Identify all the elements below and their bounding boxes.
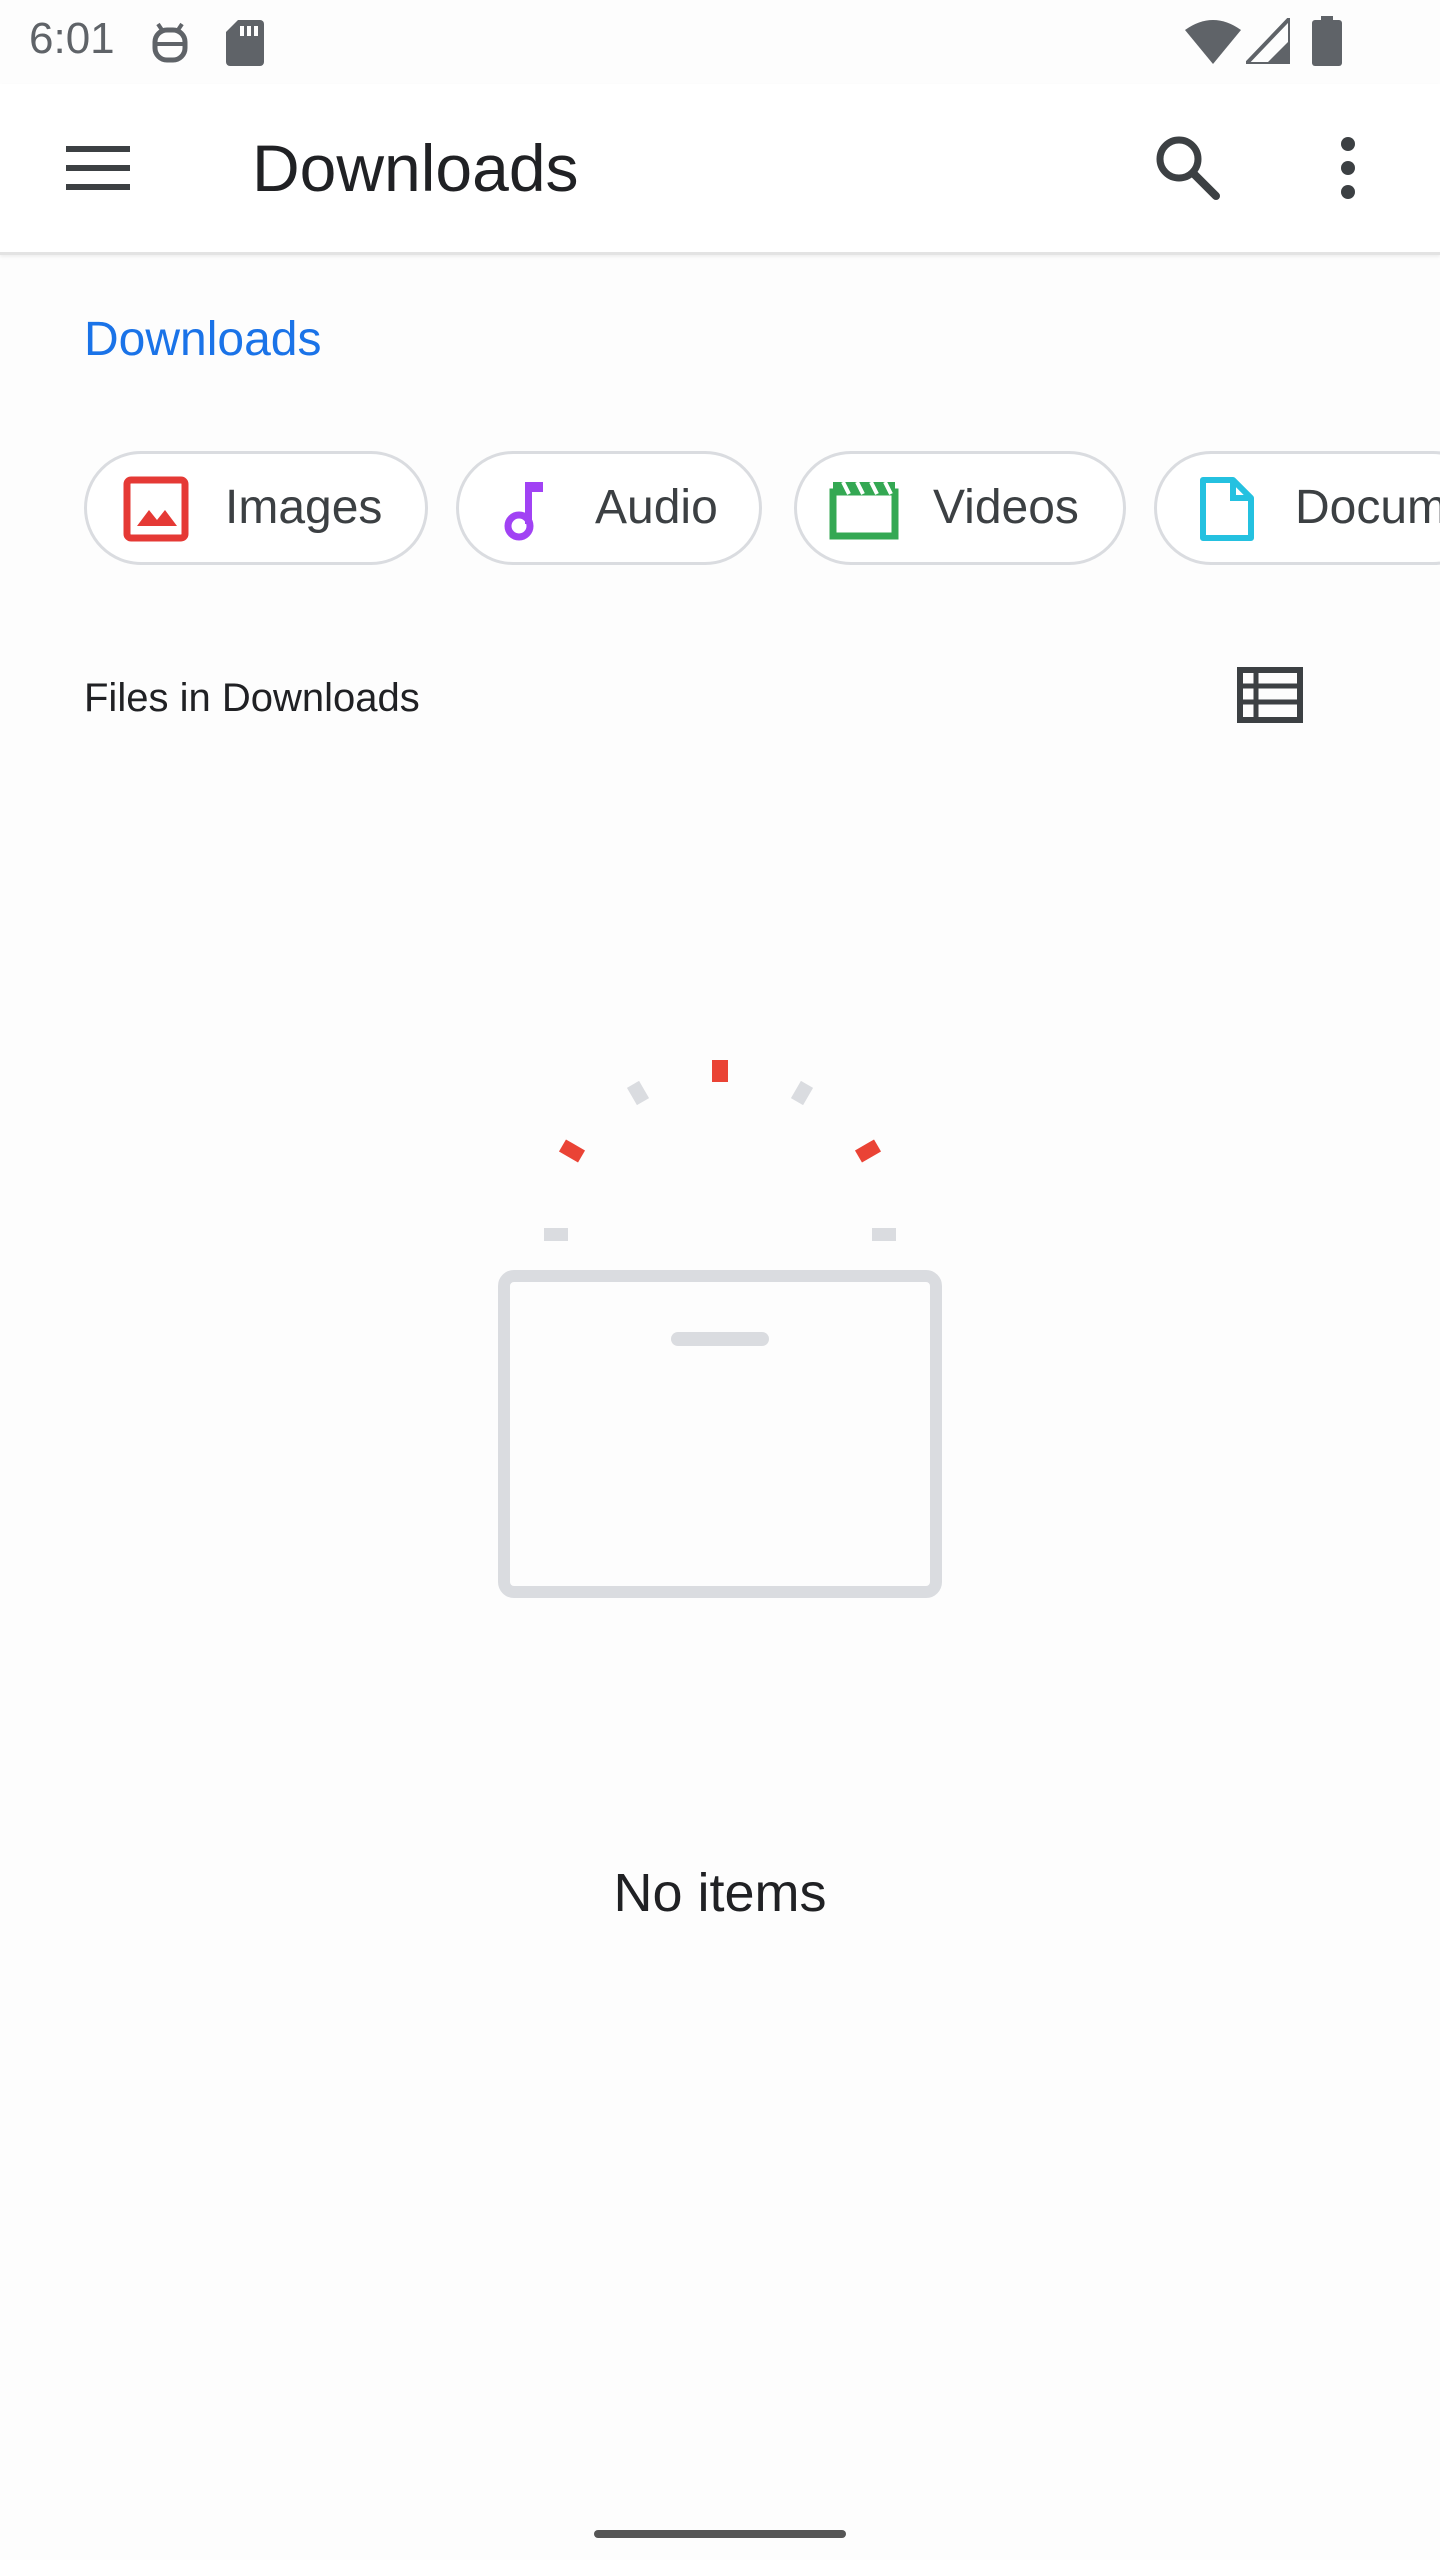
chip-documents[interactable]: Documents [1154, 451, 1440, 565]
document-icon [1193, 476, 1259, 542]
file-type-chips: Images Audio Videos Docum [84, 451, 1440, 565]
battery-icon [1312, 16, 1342, 71]
gesture-navigation-bar[interactable] [594, 2530, 846, 2538]
wifi-icon [1185, 18, 1241, 69]
page-title: Downloads [252, 131, 579, 205]
section-title: Files in Downloads [84, 676, 420, 720]
chip-label: Documents [1295, 481, 1440, 534]
menu-icon[interactable] [60, 138, 136, 203]
chip-videos[interactable]: Videos [794, 451, 1126, 565]
chip-label: Videos [933, 481, 1079, 534]
search-icon[interactable] [1152, 132, 1222, 207]
image-icon [123, 476, 189, 542]
android-debug-icon [150, 20, 190, 69]
music-note-icon [495, 476, 561, 542]
more-vert-icon[interactable] [1332, 136, 1364, 205]
empty-state-message: No items [613, 1863, 827, 1923]
signal-icon [1241, 13, 1292, 69]
list-view-icon[interactable] [1236, 666, 1304, 724]
empty-state-illustration [480, 1040, 960, 1600]
downloads-screen: 6:01 Downloads Downloads Images Audio Vi… [0, 0, 1440, 2560]
status-bar: 6:01 [0, 0, 1440, 84]
movie-icon [829, 476, 899, 542]
chip-images[interactable]: Images [84, 451, 428, 565]
sd-card-icon [226, 20, 264, 71]
chip-label: Audio [595, 481, 718, 534]
chip-label: Images [225, 481, 383, 534]
breadcrumb-current[interactable]: Downloads [84, 310, 321, 370]
chip-audio[interactable]: Audio [456, 451, 762, 565]
status-time: 6:01 [29, 14, 115, 63]
top-app-bar: Downloads [0, 84, 1440, 255]
